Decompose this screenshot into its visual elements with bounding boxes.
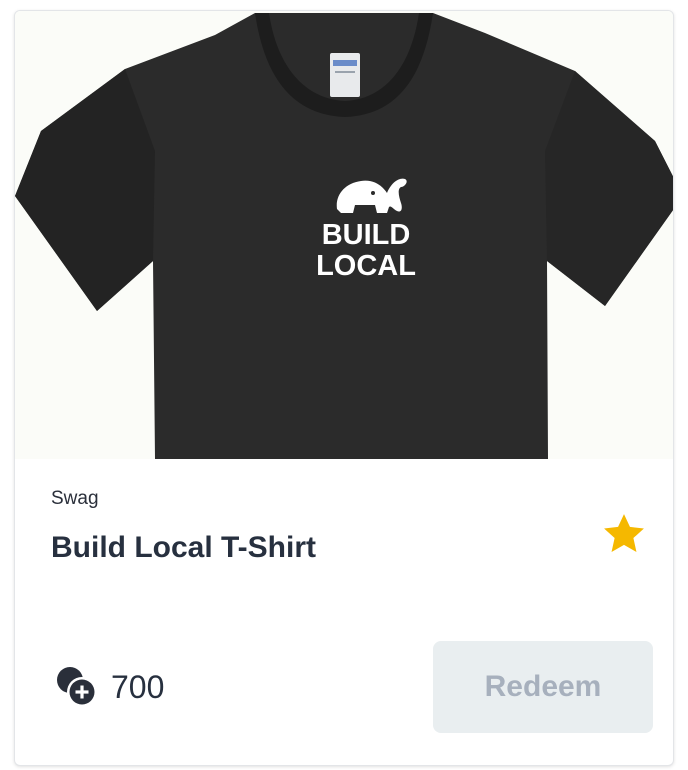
star-icon[interactable] — [601, 511, 647, 557]
redeem-button[interactable]: Redeem — [433, 641, 653, 733]
product-image[interactable]: BUILD LOCAL — [15, 11, 673, 459]
product-card[interactable]: BUILD LOCAL Swag Build Local T-Shirt 700… — [14, 10, 674, 766]
product-title: Build Local T-Shirt — [51, 531, 317, 564]
points-cost: 700 — [53, 663, 164, 711]
logo-text-local: LOCAL — [316, 250, 416, 282]
t-shirt-image: BUILD LOCAL — [15, 13, 673, 459]
points-value: 700 — [111, 669, 165, 705]
product-category: Swag — [51, 488, 99, 509]
logo-text-build: BUILD — [322, 219, 411, 251]
points-icon — [57, 667, 97, 707]
